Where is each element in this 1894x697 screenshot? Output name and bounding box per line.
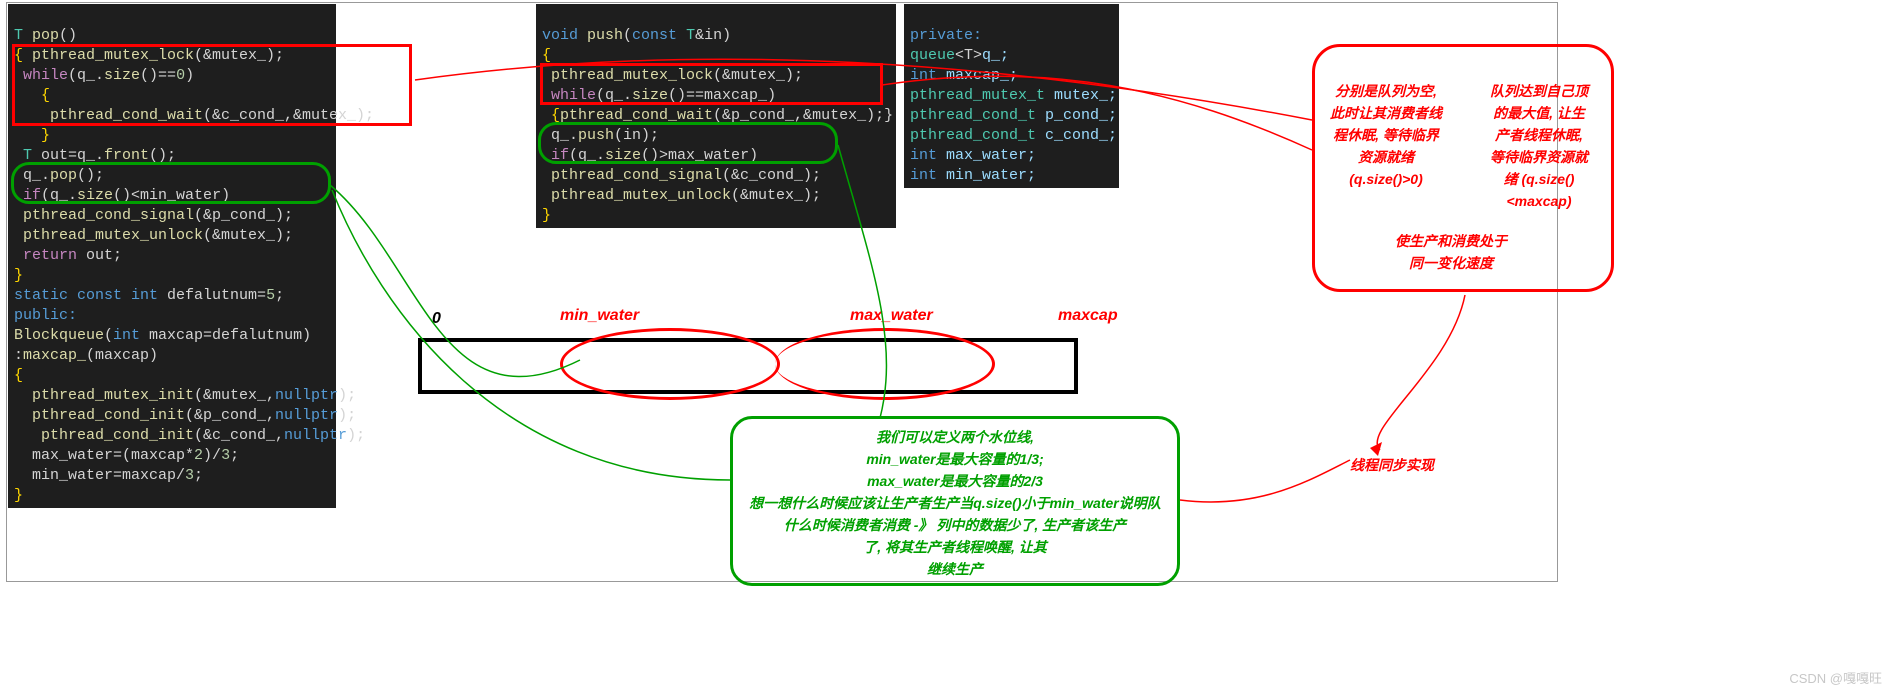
red-anno-right: 队列达到自己顶 的最大值, 让生 产者线程休眠, 等待临界资源就 绪 (q.si…: [1490, 80, 1588, 212]
code-block-push: void push(const T&in) { pthread_mutex_lo…: [536, 4, 896, 228]
code-block-pop: T pop() { pthread_mutex_lock(&mutex_); w…: [8, 4, 336, 508]
red-anno-left: 分别是队列为空, 此时让其消费者线 程休眠, 等待临界 资源就绪 (q.size…: [1330, 80, 1442, 190]
green-anno-text: 我们可以定义两个水位线, min_water是最大容量的1/3; max_wat…: [745, 426, 1165, 580]
label-min-water: min_water: [560, 307, 639, 325]
max-water-oval: [775, 328, 995, 400]
label-maxcap: maxcap: [1058, 307, 1118, 325]
code-block-private: private: queue<T>q_; int maxcap_; pthrea…: [904, 4, 1119, 188]
red-anno-center: 使生产和消费处于 同一变化速度: [1395, 230, 1507, 274]
label-zero: 0: [432, 310, 441, 328]
watermark: CSDN @嘎嘎旺: [1789, 668, 1882, 687]
sync-label: 线程同步实现: [1350, 454, 1434, 476]
min-water-oval: [560, 328, 780, 400]
label-max-water: max_water: [850, 307, 933, 325]
